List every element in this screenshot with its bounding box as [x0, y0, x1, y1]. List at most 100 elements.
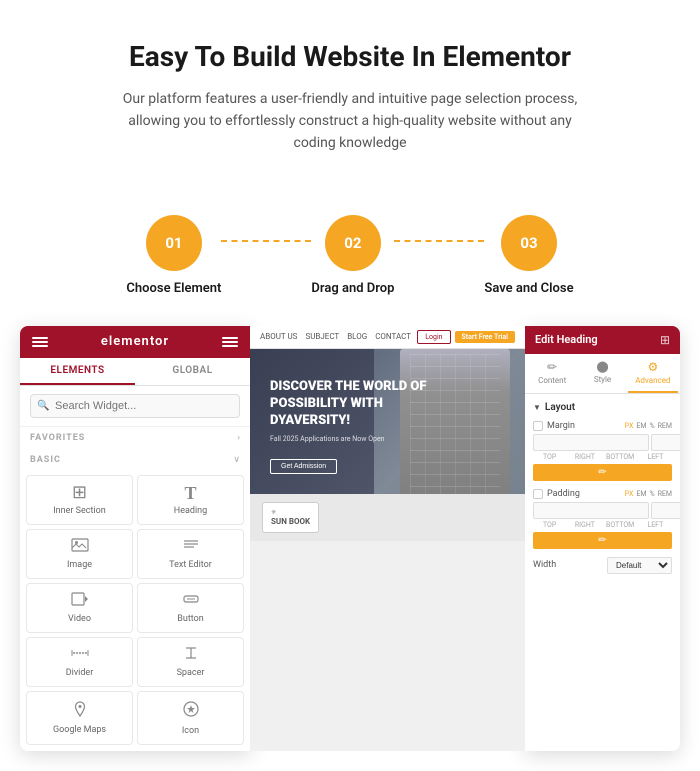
nav-about[interactable]: ABOUT US: [260, 332, 297, 341]
padding-label: Padding: [547, 489, 580, 499]
layout-section-header[interactable]: ▼ Layout: [533, 402, 672, 413]
hero-section: Easy To Build Website In Elementor Our p…: [0, 0, 700, 215]
icon-label: Icon: [182, 726, 199, 736]
canvas-bottom: ☀ SUN BOOK: [250, 494, 525, 541]
margin-top-label: TOP: [533, 453, 566, 461]
google-maps-icon: [71, 701, 89, 721]
margin-unit-px[interactable]: PX: [625, 422, 634, 430]
favorites-arrow: ›: [237, 433, 240, 443]
nav-blog[interactable]: BLOG: [347, 332, 367, 341]
canvas-hero-section: DISCOVER THE WORLD OF POSSIBILITY WITH D…: [250, 349, 525, 495]
video-label: Video: [68, 614, 91, 624]
basic-header[interactable]: BASIC ∨: [20, 449, 250, 471]
margin-edit-btn[interactable]: ✏: [533, 464, 672, 481]
step-connector-1: [221, 240, 311, 242]
nav-login-btn[interactable]: Login: [417, 330, 450, 344]
widget-inner-section[interactable]: ⊞ Inner Section: [26, 475, 133, 525]
width-label: Width: [533, 560, 556, 570]
tab-global[interactable]: GLOBAL: [135, 358, 250, 385]
edit-grid-icon[interactable]: ⊞: [660, 333, 670, 347]
margin-right-label: RIGHT: [568, 453, 601, 461]
divider-icon: [71, 646, 89, 664]
step-label-3: Save and Close: [484, 281, 573, 296]
widget-video[interactable]: Video: [26, 583, 133, 633]
widget-divider[interactable]: Divider: [26, 637, 133, 687]
button-icon: [182, 592, 200, 610]
advanced-label: Advanced: [635, 376, 670, 385]
margin-unit-pct[interactable]: %: [649, 422, 654, 430]
padding-edit-icon: ✏: [598, 535, 606, 546]
widget-grid: ⊞ Inner Section T Heading Image Text Edi…: [20, 471, 250, 751]
padding-checkbox[interactable]: [533, 489, 543, 499]
search-input[interactable]: [30, 394, 240, 418]
widget-icon[interactable]: Icon: [137, 691, 244, 745]
layout-title: Layout: [545, 402, 575, 413]
step-number-3: 03: [520, 234, 537, 252]
padding-edit-btn[interactable]: ✏: [533, 532, 672, 549]
nav-subject[interactable]: SUBJECT: [305, 332, 339, 341]
inner-section-label: Inner Section: [53, 506, 106, 516]
advanced-icon: ⚙: [647, 360, 658, 374]
tab-elements[interactable]: ELEMENTS: [20, 358, 135, 385]
tab-advanced[interactable]: ⚙ Advanced: [628, 354, 678, 393]
width-select[interactable]: Default: [607, 557, 672, 574]
sidebar-tabs: ELEMENTS GLOBAL: [20, 358, 250, 386]
margin-top-input[interactable]: [533, 434, 649, 451]
margin-checkbox[interactable]: [533, 421, 543, 431]
margin-group: Margin PX EM % REM TOP: [533, 421, 672, 481]
padding-top-input[interactable]: [533, 502, 649, 519]
padding-unit-rem[interactable]: REM: [658, 490, 672, 498]
nav-contact[interactable]: CONTACT: [375, 332, 411, 341]
padding-unit-pct[interactable]: %: [649, 490, 654, 498]
hamburger-icon[interactable]: [32, 334, 48, 350]
favorites-header[interactable]: FAVORITES ›: [20, 427, 250, 449]
padding-unit-em[interactable]: EM: [636, 490, 646, 498]
padding-right-input[interactable]: [651, 502, 680, 519]
basic-label: BASIC: [30, 455, 61, 465]
padding-group: Padding PX EM % REM TOP: [533, 489, 672, 549]
margin-bottom-label: BOTTOM: [604, 453, 637, 461]
nav-links: ABOUT US SUBJECT BLOG CONTACT: [260, 332, 411, 341]
canvas-hero-title: DISCOVER THE WORLD OF POSSIBILITY WITH D…: [270, 379, 450, 430]
canvas-hero-sub: Fall 2025 Applications are Now Open: [270, 435, 505, 443]
grid-icon[interactable]: [222, 334, 238, 350]
edit-panel-tabs: ✏ Content ⬤ Style ⚙ Advanced: [525, 354, 680, 394]
widget-image[interactable]: Image: [26, 529, 133, 579]
margin-unit-rem[interactable]: REM: [658, 422, 672, 430]
step-label-2: Drag and Drop: [311, 281, 394, 296]
canvas-logo: ☀ SUN BOOK: [262, 502, 319, 533]
text-editor-label: Text Editor: [169, 560, 212, 570]
widget-button[interactable]: Button: [137, 583, 244, 633]
widget-text-editor[interactable]: Text Editor: [137, 529, 244, 579]
elementor-sidebar: elementor ELEMENTS GLOBAL 🔍 FAVORITES › …: [20, 326, 250, 751]
video-icon: [71, 592, 89, 610]
page-title: Easy To Build Website In Elementor: [60, 40, 640, 74]
spacer-label: Spacer: [177, 668, 205, 678]
widget-heading[interactable]: T Heading: [137, 475, 244, 525]
canvas-hero-btn[interactable]: Get Admission: [270, 459, 337, 474]
widget-google-maps[interactable]: Google Maps: [26, 691, 133, 745]
sidebar-title: elementor: [101, 334, 169, 349]
step-2: 02 Drag and Drop: [311, 215, 394, 296]
padding-left-label: LEFT: [639, 521, 672, 529]
step-3: 03 Save and Close: [484, 215, 573, 296]
nav-cta-btn[interactable]: Start Free Trial: [455, 331, 515, 343]
icon-widget-icon: [182, 700, 200, 722]
widget-spacer[interactable]: Spacer: [137, 637, 244, 687]
content-label: Content: [538, 376, 566, 385]
margin-unit-em[interactable]: EM: [636, 422, 646, 430]
elementor-canvas: ABOUT US SUBJECT BLOG CONTACT Login Star…: [250, 326, 525, 751]
padding-unit-px[interactable]: PX: [625, 490, 634, 498]
image-icon: [71, 538, 89, 556]
edit-panel-header: Edit Heading ⊞: [525, 326, 680, 354]
content-icon: ✏: [547, 360, 557, 374]
tab-style[interactable]: ⬤ Style: [577, 354, 627, 393]
step-connector-2: [394, 240, 484, 242]
basic-arrow: ∨: [233, 455, 240, 465]
edit-panel: Edit Heading ⊞ ✏ Content ⬤ Style ⚙ Advan…: [525, 326, 680, 751]
tab-content[interactable]: ✏ Content: [527, 354, 577, 393]
edit-panel-title: Edit Heading: [535, 333, 598, 346]
margin-right-input[interactable]: [651, 434, 680, 451]
hero-subtitle: Our platform features a user-friendly an…: [110, 88, 590, 155]
edit-panel-body: ▼ Layout Margin PX EM % REM: [525, 394, 680, 582]
